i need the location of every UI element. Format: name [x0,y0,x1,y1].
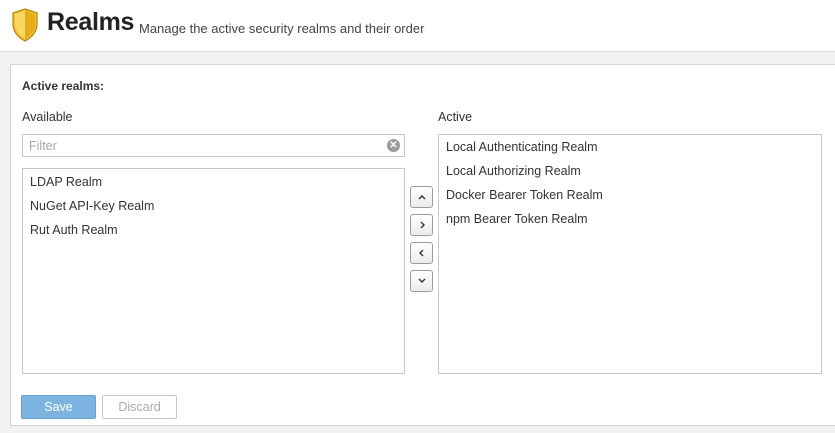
move-up-button[interactable] [410,186,433,208]
move-down-button[interactable] [410,270,433,292]
filter-input[interactable] [23,135,379,156]
list-item[interactable]: Docker Bearer Token Realm [439,183,821,207]
filter-field[interactable]: ✕ [22,134,405,157]
chevron-down-icon [418,278,425,283]
chevron-left-icon [418,249,423,257]
active-label: Active [438,110,473,124]
page-header: Realms Manage the active security realms… [0,0,835,52]
list-item[interactable]: Local Authorizing Realm [439,159,821,183]
list-item[interactable]: LDAP Realm [23,170,404,194]
realms-panel: Active realms: Available Active ✕ LDAP R… [10,64,835,426]
chevron-right-icon [420,221,425,229]
list-item[interactable]: NuGet API-Key Realm [23,194,404,218]
list-item[interactable]: Local Authenticating Realm [439,135,821,159]
active-realms-list[interactable]: Local Authenticating Realm Local Authori… [438,134,822,374]
page-subtitle: Manage the active security realms and th… [139,21,425,36]
move-right-button[interactable] [410,214,433,236]
list-item[interactable]: npm Bearer Token Realm [439,207,821,231]
move-left-button[interactable] [410,242,433,264]
page-title: Realms [47,8,135,36]
available-realms-list[interactable]: LDAP Realm NuGet API-Key Realm Rut Auth … [22,168,405,374]
chevron-up-icon [418,195,425,200]
available-label: Available [22,110,73,124]
clear-icon[interactable]: ✕ [387,139,400,152]
section-title: Active realms: [22,79,105,93]
list-item[interactable]: Rut Auth Realm [23,218,404,242]
shield-icon [12,8,38,42]
save-button[interactable]: Save [21,395,96,419]
discard-button[interactable]: Discard [102,395,177,419]
